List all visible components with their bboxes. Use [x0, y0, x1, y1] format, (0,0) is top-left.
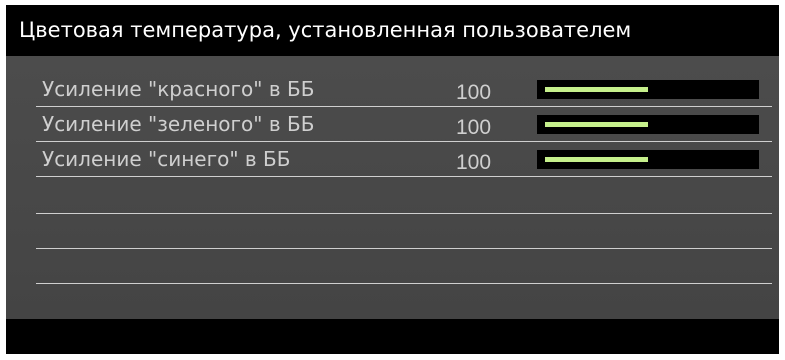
menu-header: Цветовая температура, установленная поль… — [6, 5, 779, 56]
green-gain-slider[interactable] — [537, 115, 759, 134]
row-divider — [36, 176, 772, 177]
osd-menu: Цветовая температура, установленная поль… — [6, 5, 779, 354]
menu-title: Цветовая температура, установленная поль… — [19, 18, 632, 42]
setting-value: 100 — [456, 116, 492, 139]
setting-label: Усиление "синего" в ББ — [42, 147, 291, 171]
setting-row-red-gain[interactable]: Усиление "красного" в ББ 100 — [36, 72, 772, 107]
slider-fill — [545, 157, 648, 162]
slider-fill — [545, 87, 648, 92]
setting-label: Усиление "зеленого" в ББ — [42, 112, 315, 136]
slider-fill — [545, 122, 648, 127]
setting-row-green-gain[interactable]: Усиление "зеленого" в ББ 100 — [36, 107, 772, 142]
menu-body: Усиление "красного" в ББ 100 Усиление "з… — [6, 56, 779, 319]
setting-value: 100 — [456, 151, 492, 174]
setting-row-blue-gain[interactable]: Усиление "синего" в ББ 100 — [36, 142, 772, 177]
empty-row-divider — [36, 213, 772, 214]
menu-footer — [6, 319, 779, 354]
setting-label: Усиление "красного" в ББ — [42, 77, 315, 101]
empty-row-divider — [36, 248, 772, 249]
setting-value: 100 — [456, 81, 492, 104]
empty-row-divider — [36, 283, 772, 284]
red-gain-slider[interactable] — [537, 80, 759, 99]
blue-gain-slider[interactable] — [537, 150, 759, 169]
